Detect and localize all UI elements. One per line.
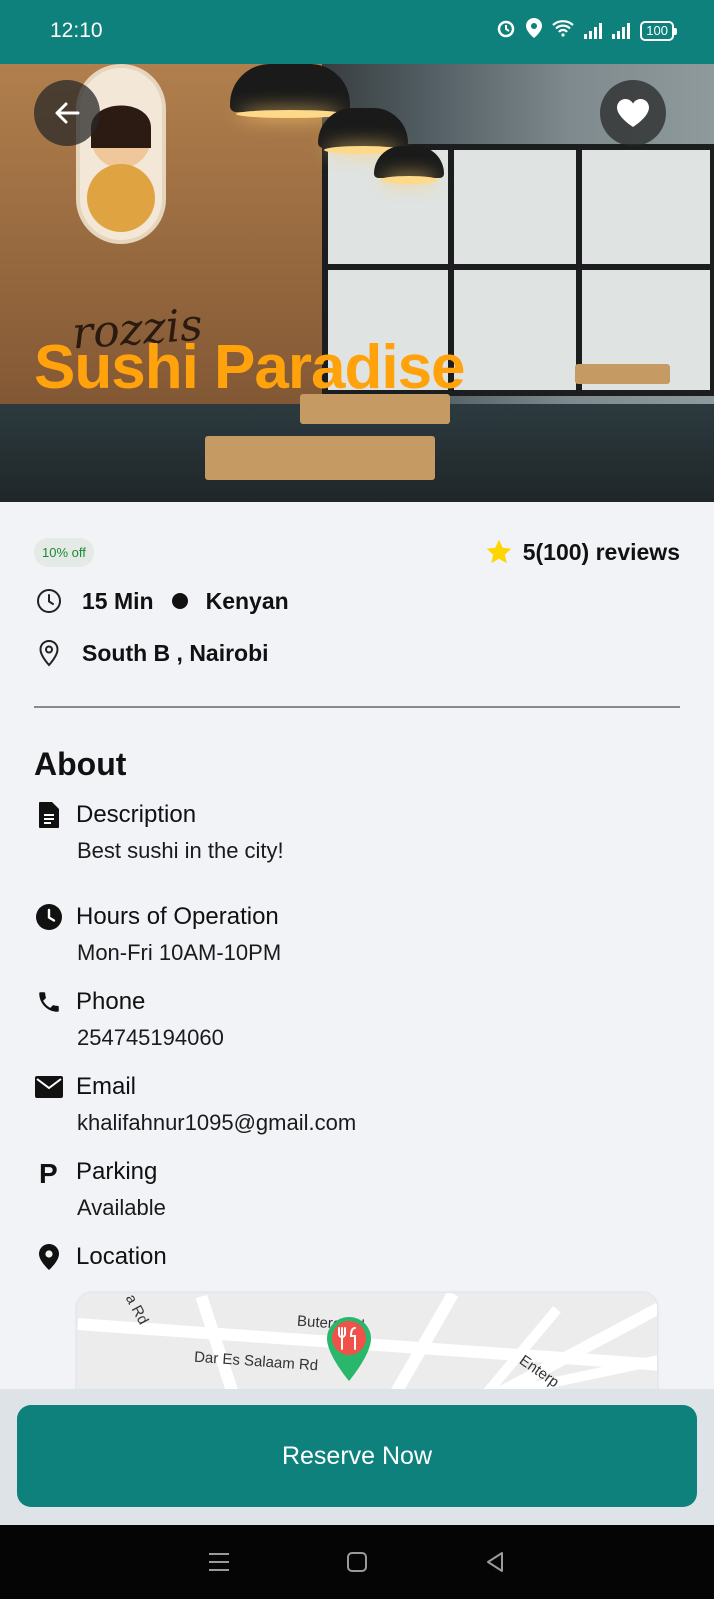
discount-badge: 10% off [34,538,94,567]
about-value: Mon-Fri 10AM-10PM [77,940,282,965]
reserve-now-button[interactable]: Reserve Now [17,1405,697,1507]
time-cuisine-row: 15 Min Kenyan [34,586,289,616]
cuisine-type: Kenyan [205,587,289,614]
alarm-icon [496,18,516,43]
clock-outline-icon [34,586,64,616]
arrow-left-icon [55,102,80,124]
battery-indicator: 100 [640,20,677,41]
clock-icon [34,902,64,932]
map-label: Dar Es Salaam Rd [193,1348,319,1375]
about-hours: Hours of Operation Mon-Fri 10AM-10PM [34,902,680,966]
about-value: Available [77,1195,166,1220]
pendant-lamp [318,108,408,154]
delivery-time: 15 Min [82,587,154,614]
status-icons: 100 [496,18,677,43]
location-status-icon [526,18,543,43]
restaurant-marker-icon[interactable] [325,1315,373,1388]
location-outline-icon [34,638,64,668]
about-value: khalifahnur1095@gmail.com [77,1110,357,1135]
divider [34,706,680,708]
address-text: South B , Nairobi [82,639,269,666]
about-label: Description [76,801,197,828]
about-description: Description Best sushi in the city! [34,800,680,864]
back-triangle-icon[interactable] [465,1537,525,1587]
about-email[interactable]: Email khalifahnur1095@gmail.com [34,1072,680,1136]
signal-icon-2 [612,22,631,39]
menu-icon[interactable] [189,1537,249,1587]
system-nav-bar [0,1525,714,1599]
status-time: 12:10 [50,19,103,42]
status-bar: 12:10 100 [0,0,714,64]
about-phone[interactable]: Phone 254745194060 [34,987,680,1051]
about-heading: About [34,746,127,782]
signal-icon-1 [584,22,603,39]
about-value: 254745194060 [77,1025,224,1050]
favorite-button[interactable] [600,80,666,146]
about-label: Email [76,1073,137,1100]
about-label: Location [76,1243,167,1270]
bottom-action-bar: Reserve Now [0,1389,714,1525]
about-value: Best sushi in the city! [77,838,284,863]
phone-icon [34,987,64,1017]
address-row: South B , Nairobi [34,638,269,668]
rating-text: 5(100) reviews [522,538,680,565]
heart-icon [617,99,649,127]
rating-summary[interactable]: 5(100) reviews [485,538,680,566]
hero-image: rozzis Sushi Paradise [0,64,714,502]
svg-text:P: P [39,1158,58,1186]
star-icon [486,539,511,564]
document-icon [34,800,64,830]
hero-table [205,436,435,480]
location-pin-icon [34,1242,64,1272]
back-button[interactable] [34,80,100,146]
about-label: Parking [76,1158,158,1185]
hero-table [575,364,670,384]
about-parking: P Parking Available [34,1157,680,1221]
separator-dot [171,593,188,609]
pendant-lamp [230,64,350,118]
home-square-icon[interactable] [327,1537,387,1587]
parking-icon: P [34,1157,64,1187]
mail-icon [34,1072,64,1102]
wifi-icon [552,19,575,42]
about-label: Hours of Operation [76,903,279,930]
restaurant-name: Sushi Paradise [34,333,466,402]
about-location: Location [34,1242,680,1272]
about-label: Phone [76,988,146,1015]
